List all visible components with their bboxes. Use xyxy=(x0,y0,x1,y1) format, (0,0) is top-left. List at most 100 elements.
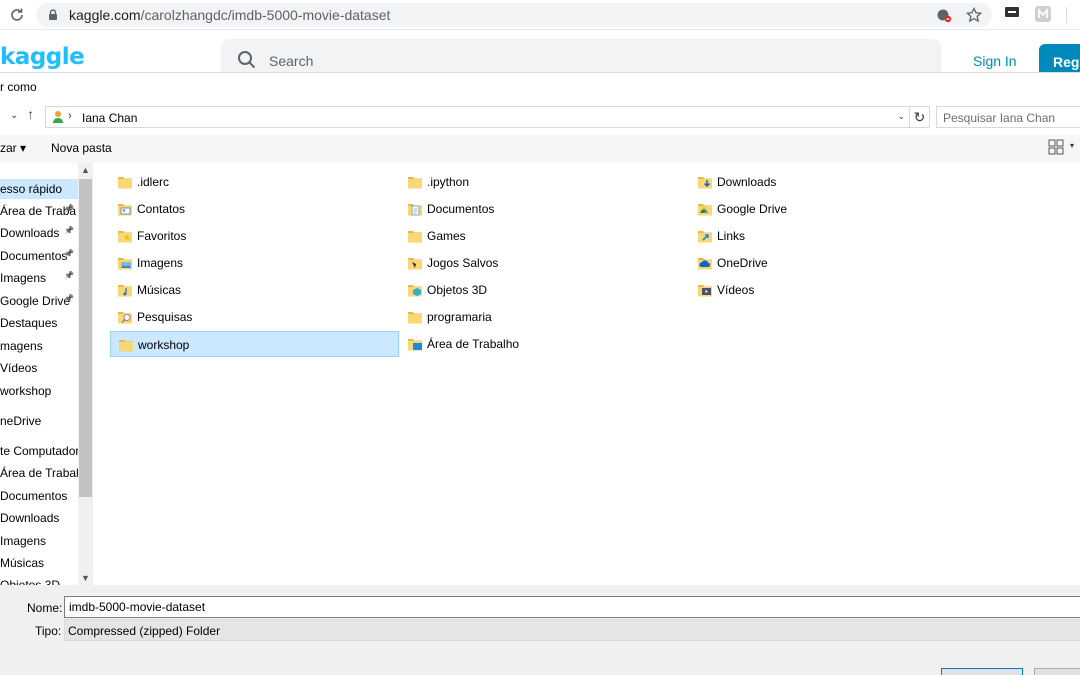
file-type-select[interactable]: Compressed (zipped) Folder xyxy=(64,619,1080,641)
file-item[interactable]: Imagens xyxy=(110,250,399,276)
sidebar-item[interactable]: Área de Trabalho xyxy=(0,463,78,483)
file-name: Objetos 3D xyxy=(427,283,488,297)
dialog-toolbar: zar ▾ Nova pasta ▾ xyxy=(0,135,1080,163)
save-form: Nome: Tipo: Compressed (zipped) Folder xyxy=(0,585,1080,675)
sidebar-item[interactable]: Documentos xyxy=(0,486,78,506)
sidebar-item[interactable]: Imagens xyxy=(0,531,78,551)
refresh-button[interactable]: ↻ xyxy=(910,106,930,128)
sidebar-item-label: Objetos 3D xyxy=(0,578,61,585)
view-options-icon[interactable] xyxy=(1048,139,1064,155)
file-item[interactable]: Objetos 3D xyxy=(400,277,689,303)
sidebar-item-label: Destaques xyxy=(0,316,58,330)
google-drive-folder-icon xyxy=(698,204,712,216)
file-item[interactable]: Links xyxy=(690,223,979,249)
scroll-up-icon[interactable]: ▲ xyxy=(81,165,90,175)
file-item[interactable]: .ipython xyxy=(400,169,689,195)
sidebar-item[interactable]: Vídeos xyxy=(0,358,78,378)
kaggle-logo[interactable]: kaggle xyxy=(0,44,85,70)
filename-input[interactable] xyxy=(65,597,1080,617)
file-item[interactable]: Downloads xyxy=(690,169,979,195)
sign-in-link[interactable]: Sign In xyxy=(973,53,1017,69)
file-item[interactable]: Google Drive xyxy=(690,196,979,222)
pin-icon: 📌 xyxy=(64,226,74,235)
folder-icon xyxy=(408,312,422,324)
dialog-nav-row: ⌄ ↑ › Iana Chan ⌄ ↻ Pesquisar Iana Chan xyxy=(0,104,1080,130)
file-item[interactable]: Favoritos xyxy=(110,223,399,249)
reload-icon[interactable] xyxy=(8,6,26,24)
folder-search-input[interactable]: Pesquisar Iana Chan xyxy=(936,106,1080,128)
sidebar-item[interactable]: Google Drive 📌 xyxy=(0,291,78,311)
scroll-thumb[interactable] xyxy=(79,179,92,497)
videos-folder-icon xyxy=(698,285,712,297)
sidebar-item-label: Imagens xyxy=(0,271,47,285)
pin-icon: 📌 xyxy=(64,204,74,213)
sidebar-item[interactable]: Área de Traba 📌 xyxy=(0,201,78,221)
file-name: Google Drive xyxy=(717,202,788,216)
file-name: Jogos Salvos xyxy=(427,256,499,270)
organize-button[interactable]: zar ▾ xyxy=(0,141,26,155)
sidebar-item[interactable]: Documentos 📌 xyxy=(0,246,78,266)
cancel-button[interactable] xyxy=(1034,668,1080,675)
file-item[interactable]: Vídeos xyxy=(690,277,979,303)
address-bar[interactable]: kaggle.com/carolzhangdc/imdb-5000-movie-… xyxy=(36,3,992,27)
filename-field[interactable] xyxy=(64,596,1080,618)
sidebar-item-label: esso rápido xyxy=(0,182,63,196)
sidebar-item-label: Downloads xyxy=(0,226,60,240)
sidebar-item-label: Google Drive xyxy=(0,294,71,308)
search-icon xyxy=(238,51,256,69)
type-label: Tipo: xyxy=(35,624,62,638)
save-button[interactable] xyxy=(941,668,1023,675)
desktop-folder-icon xyxy=(408,339,422,351)
sidebar-item[interactable]: Downloads xyxy=(0,508,78,528)
sidebar-item[interactable]: te Computador xyxy=(0,441,78,461)
file-name: Games xyxy=(427,229,466,243)
contacts-folder-icon xyxy=(118,204,132,216)
folder-search-placeholder: Pesquisar Iana Chan xyxy=(943,111,1056,125)
scroll-down-icon[interactable]: ▼ xyxy=(81,573,90,583)
sidebar-item[interactable]: magens xyxy=(0,336,78,356)
sidebar-item-label: Área de Trabalho xyxy=(0,466,78,480)
sidebar-item[interactable]: workshop xyxy=(0,381,78,401)
file-item[interactable]: programaria xyxy=(400,304,689,330)
kaggle-search-input[interactable]: Search xyxy=(221,39,941,72)
kaggle-header: kaggle Search Sign In Reg xyxy=(0,30,1080,73)
lock-icon[interactable] xyxy=(46,8,60,22)
path-segment[interactable]: Iana Chan xyxy=(82,111,137,125)
sidebar-item[interactable]: Destaques xyxy=(0,313,78,333)
file-item[interactable]: .idlerc xyxy=(110,169,399,195)
sidebar-item-label: te Computador xyxy=(0,444,78,458)
bookmark-star-icon[interactable] xyxy=(966,7,982,23)
file-item[interactable]: Músicas xyxy=(110,277,399,303)
up-arrow-icon[interactable]: ↑ xyxy=(27,106,34,122)
extension-m-icon[interactable] xyxy=(1035,6,1051,22)
new-folder-button[interactable]: Nova pasta xyxy=(51,141,112,155)
sidebar-item[interactable]: neDrive xyxy=(0,411,78,431)
favorites-folder-icon xyxy=(118,231,132,243)
file-item[interactable]: Documentos xyxy=(400,196,689,222)
file-item[interactable]: OneDrive xyxy=(690,250,979,276)
sidebar-item[interactable]: esso rápido xyxy=(0,179,78,199)
path-dropdown-icon[interactable]: ⌄ xyxy=(897,111,905,122)
path-separator-icon[interactable]: › xyxy=(68,110,72,122)
recent-locations-chevron-icon[interactable]: ⌄ xyxy=(10,110,18,121)
sidebar-scrollbar[interactable]: ▲ ▼ xyxy=(78,163,93,585)
register-button[interactable]: Reg xyxy=(1039,44,1080,72)
file-item[interactable]: Jogos Salvos xyxy=(400,250,689,276)
url-text[interactable]: kaggle.com/carolzhangdc/imdb-5000-movie-… xyxy=(69,7,390,23)
sidebar-item[interactable]: Objetos 3D xyxy=(0,575,78,585)
file-item[interactable]: Área de Trabalho xyxy=(400,331,689,357)
sidebar-item-label: magens xyxy=(0,339,43,353)
sidebar-item[interactable]: Downloads 📌 xyxy=(0,223,78,243)
extension-icon[interactable] xyxy=(1005,6,1019,18)
folder-icon xyxy=(118,177,132,189)
view-dropdown-icon[interactable]: ▾ xyxy=(1070,141,1074,150)
blocked-cookies-icon[interactable] xyxy=(936,7,952,23)
sidebar-item[interactable]: Músicas xyxy=(0,553,78,573)
file-item[interactable]: Contatos xyxy=(110,196,399,222)
path-bar[interactable]: › Iana Chan ⌄ xyxy=(45,106,910,128)
file-item[interactable]: Pesquisas xyxy=(110,304,399,330)
folder-icon xyxy=(408,231,422,243)
sidebar-item[interactable]: Imagens 📌 xyxy=(0,268,78,288)
file-item[interactable]: Games xyxy=(400,223,689,249)
file-item-selected[interactable]: workshop xyxy=(110,331,399,357)
